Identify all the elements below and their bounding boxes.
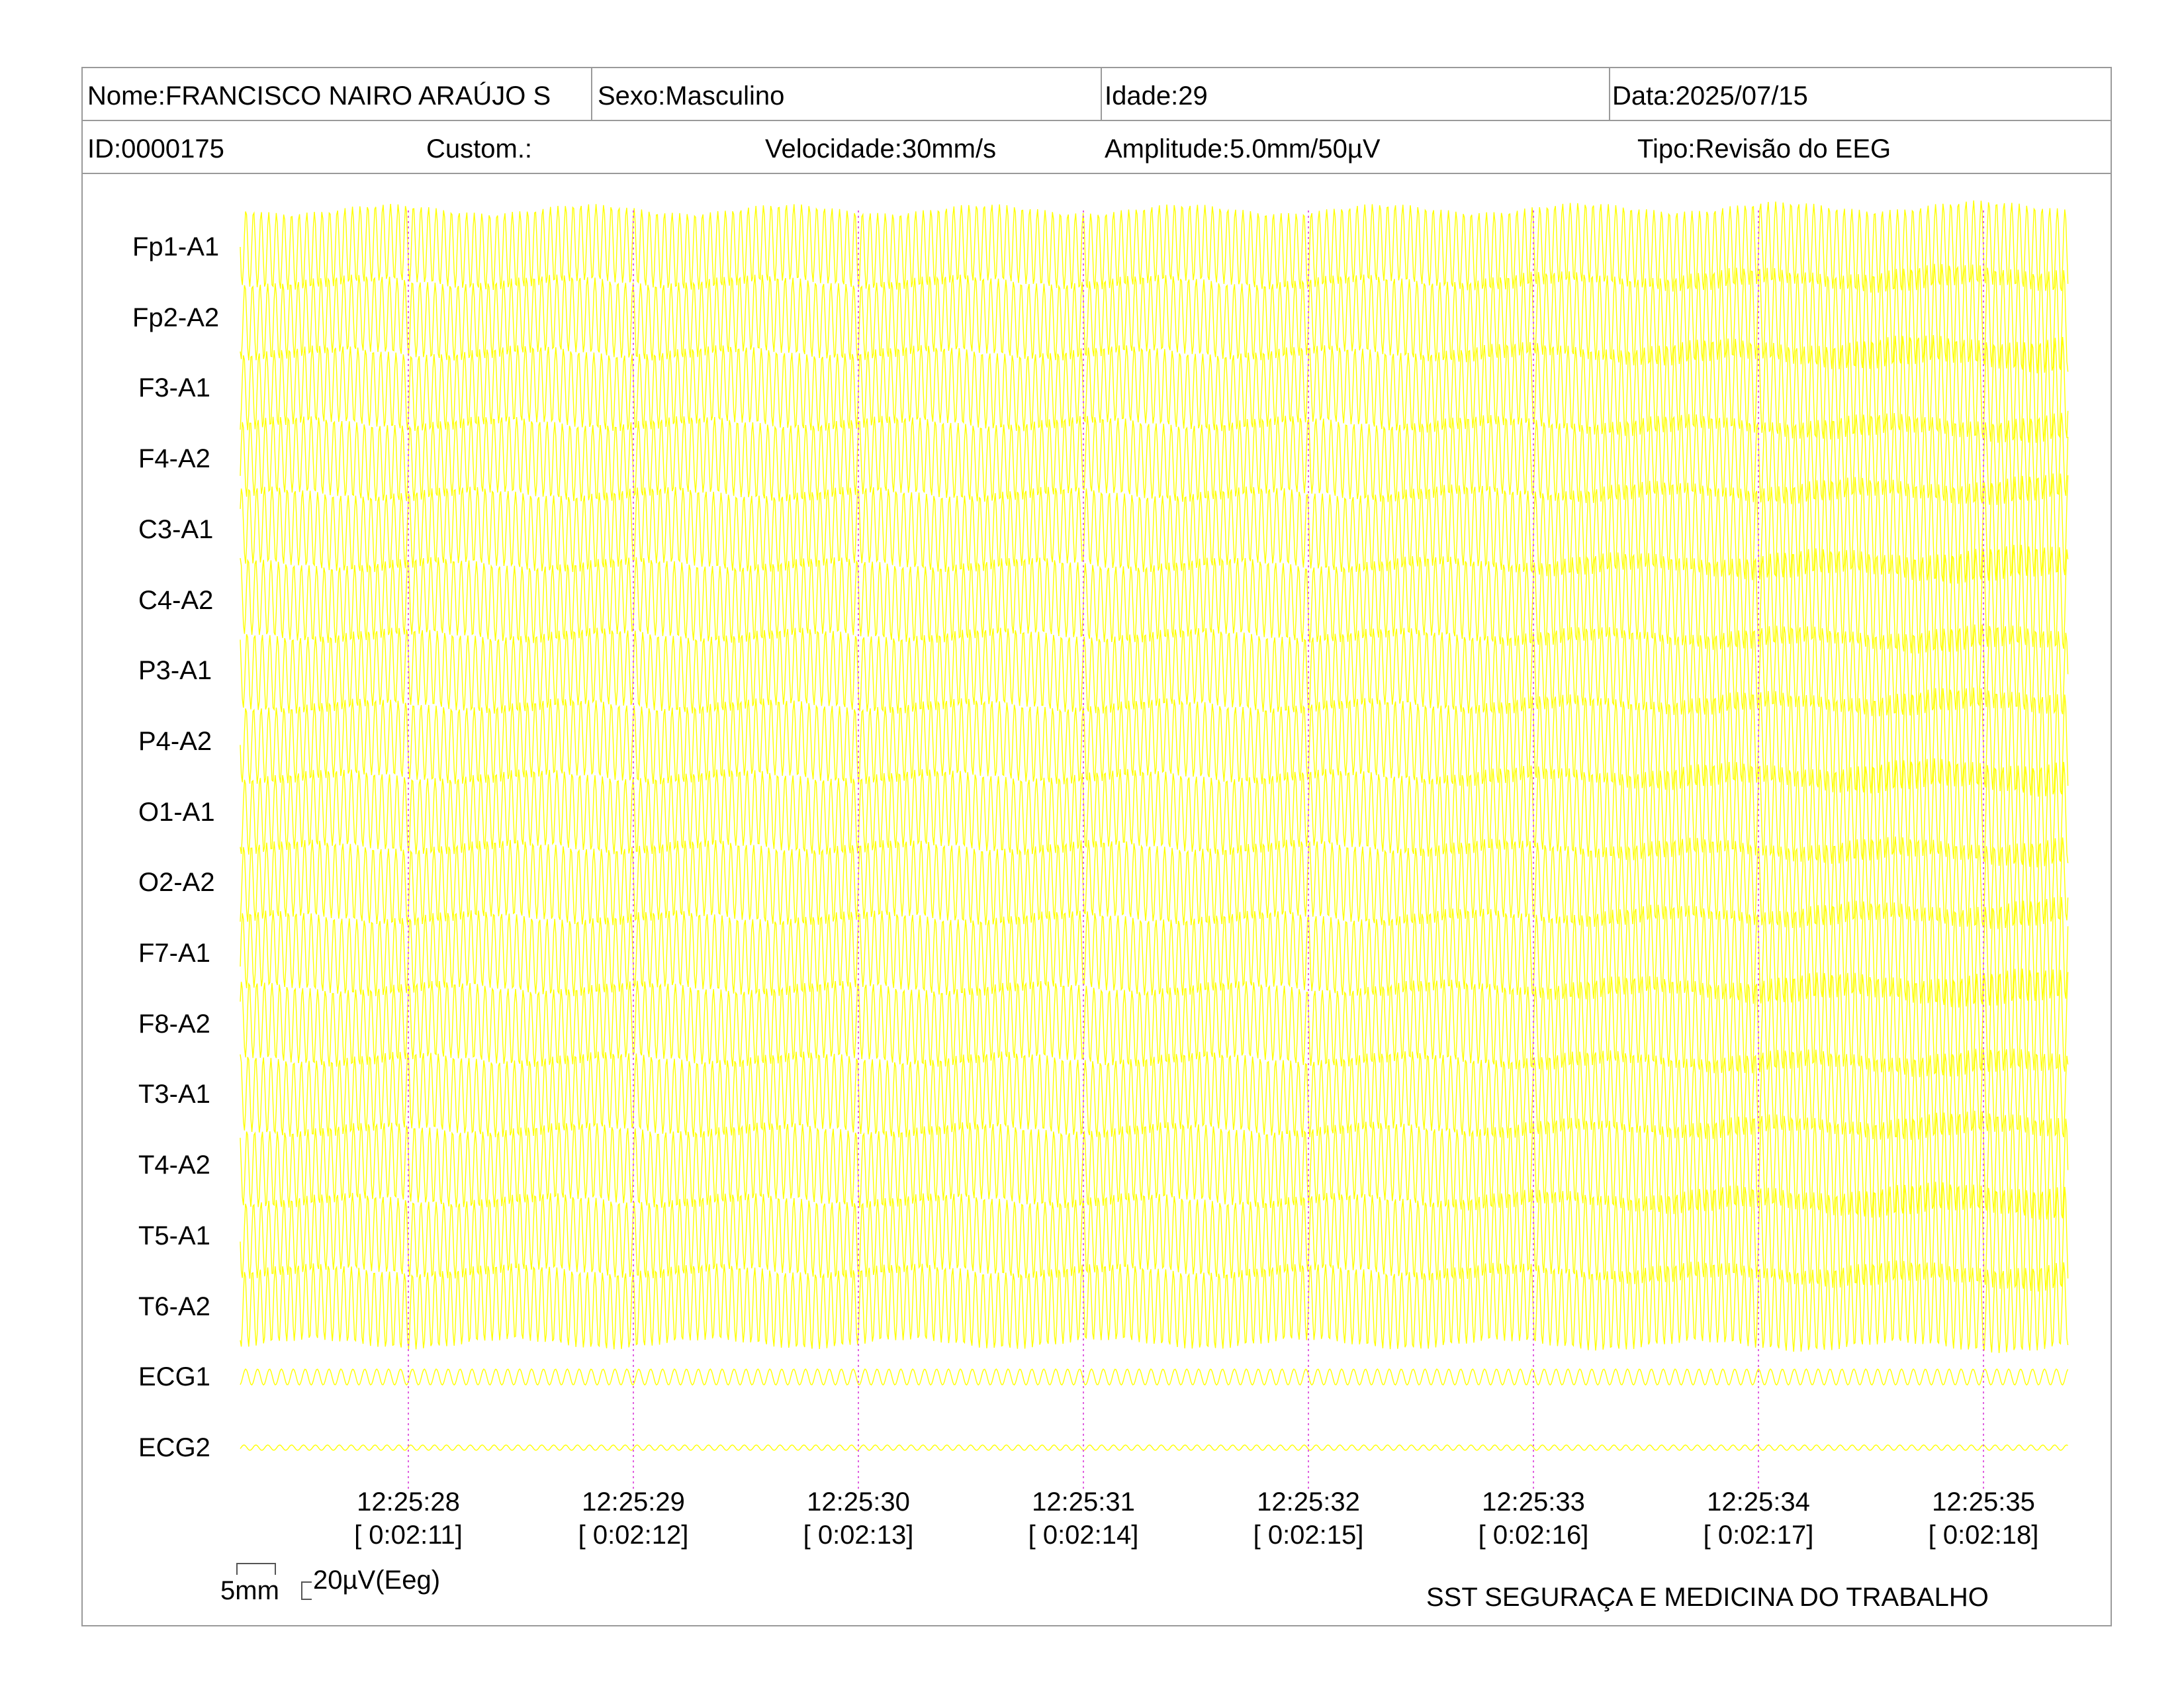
time-clock-label: 12:25:35 [1932,1487,2035,1517]
time-elapsed-label: [ 0:02:14] [1028,1521,1139,1550]
trace-c4-a2 [240,544,2069,654]
channel-label-p3-a1: P3-A1 [138,656,212,686]
time-scale-label: 5mm [220,1576,279,1605]
amplitude-scale-label: 20µV(Eeg) [313,1566,441,1595]
trace-ecg1 [240,1368,2069,1386]
trace-p4-a2 [240,687,2069,797]
trace-ecg2 [240,1444,2068,1451]
trace-fp2-a2 [240,263,2069,373]
channel-label-fp1-a1: Fp1-A1 [132,232,220,261]
channel-label-f7-a1: F7-A1 [138,939,210,968]
channel-label-f3-a1: F3-A1 [138,373,210,403]
channel-label-f4-a2: F4-A2 [138,444,210,474]
time-elapsed-label: [ 0:02:11] [354,1521,463,1550]
amplitude-scale-icon [301,1581,312,1600]
channel-label-ecg2: ECG2 [138,1432,210,1462]
channel-label-c4-a2: C4-A2 [138,585,214,615]
trace-p3-a1 [240,624,2069,717]
time-clock-label: 12:25:28 [357,1487,460,1517]
channel-label-fp2-a2: Fp2-A2 [132,303,220,332]
trace-t5-a1 [240,1182,2069,1292]
time-clock-label: 12:25:30 [807,1487,910,1517]
time-elapsed-label: [ 0:02:16] [1478,1521,1589,1550]
time-clock-label: 12:25:29 [582,1487,685,1517]
time-elapsed-label: [ 0:02:15] [1253,1521,1364,1550]
trace-t3-a1 [240,1049,2069,1141]
channel-label-t6-a2: T6-A2 [138,1291,210,1321]
channel-label-t3-a1: T3-A1 [138,1080,210,1109]
time-elapsed-label: [ 0:02:13] [803,1521,914,1550]
trace-fp1-a1 [240,200,2069,293]
time-clock-label: 12:25:33 [1482,1487,1585,1517]
eeg-report-frame: Nome:FRANCISCO NAIRO ARAÚJO S Sexo:Mascu… [81,67,2112,1626]
channel-label-f8-a2: F8-A2 [138,1009,210,1039]
channel-label-t4-a2: T4-A2 [138,1150,210,1180]
time-elapsed-label: [ 0:02:17] [1703,1521,1814,1550]
time-clock-label: 12:25:31 [1032,1487,1135,1517]
trace-o2-a2 [240,836,2069,929]
time-clock-label: 12:25:34 [1707,1487,1810,1517]
channel-label-c3-a1: C3-A1 [138,514,214,544]
eeg-waveform-area [240,200,2069,1491]
scale-bar-icon [236,1563,276,1575]
channel-label-o2-a2: O2-A2 [138,868,215,898]
time-clock-label: 12:25:32 [1257,1487,1360,1517]
time-elapsed-label: [ 0:02:18] [1928,1521,2039,1550]
company-name: SST SEGURAÇA E MEDICINA DO TRABALHO [1426,1583,1989,1612]
channel-label-t5-a1: T5-A1 [138,1221,210,1250]
channel-label-ecg1: ECG1 [138,1362,210,1392]
time-elapsed-label: [ 0:02:12] [578,1521,689,1550]
trace-t4-a2 [240,1110,2069,1220]
channel-label-p4-a2: P4-A2 [138,726,212,756]
channel-label-o1-a1: O1-A1 [138,797,215,827]
